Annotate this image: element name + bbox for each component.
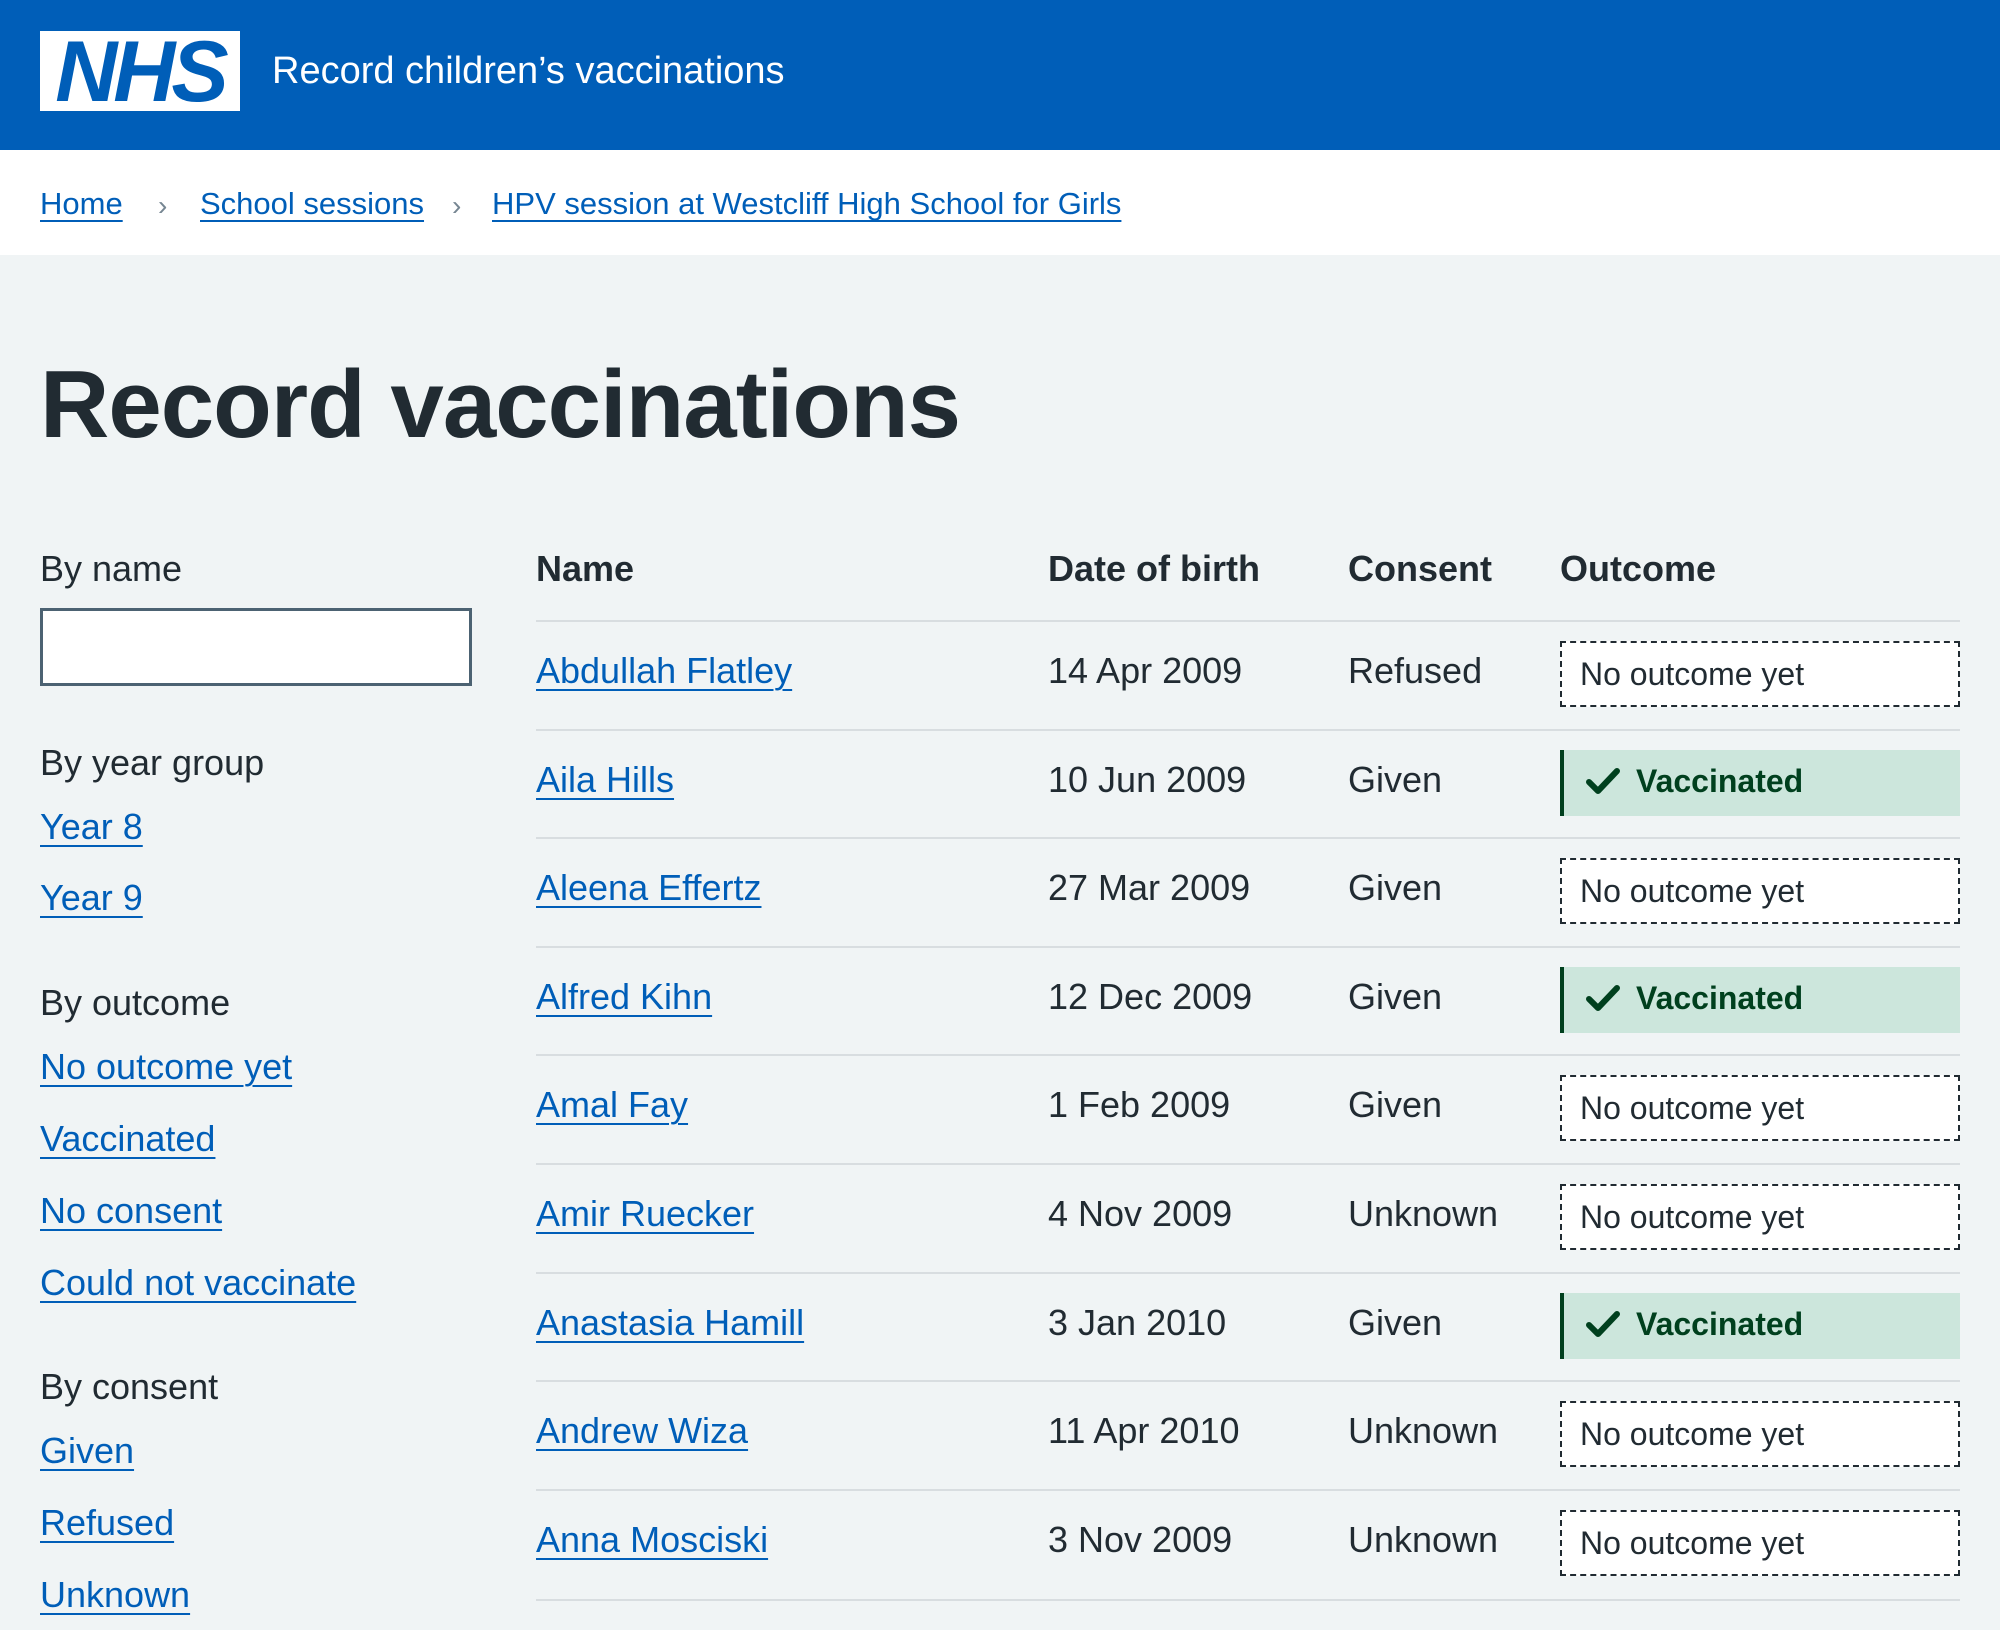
outcome-tag-no-outcome: No outcome yet — [1560, 1401, 1960, 1468]
filter-link-no-outcome-yet[interactable]: No outcome yet — [40, 1044, 292, 1090]
outcome-tag-no-outcome: No outcome yet — [1560, 858, 1960, 925]
table-row: Aleena Effertz 27 Mar 2009 Given No outcome… — [536, 837, 1960, 947]
consent-cell: Unknown — [1348, 1410, 1499, 1452]
outcome-tag-label: No outcome yet — [1580, 1199, 1805, 1235]
date-of-birth-cell: 1 Feb 2009 — [1048, 1084, 1231, 1126]
table-row: Alfred Kihn 12 Dec 2009 Given Vaccinated — [536, 945, 1960, 1056]
breadcrumb: Home › School sessions › HPV session at … — [0, 150, 2000, 255]
date-of-birth-cell: 4 Nov 2009 — [1048, 1193, 1233, 1234]
patient-name-link[interactable]: Amal Fay — [536, 1082, 688, 1128]
filter-link-consent-given[interactable]: Given — [40, 1428, 134, 1474]
outcome-tag-label: No outcome yet — [1580, 1090, 1805, 1127]
service-name[interactable]: Record children’s vaccinations — [272, 46, 785, 96]
date-of-birth-cell: 3 Nov 2009 — [1048, 1518, 1233, 1560]
breadcrumb-home-link[interactable]: Home — [40, 182, 123, 226]
filter-link-year-8[interactable]: Year 8 — [40, 804, 143, 850]
table-row: Aila Hills 10 Jun 2009 Given Vaccinated — [536, 728, 1960, 839]
filter-link-could-not-vaccinate[interactable]: Could not vaccinate — [40, 1260, 356, 1306]
outcome-tag-label: No outcome yet — [1580, 656, 1805, 692]
filter-heading-by-outcome: By outcome — [40, 982, 231, 1023]
consent-cell: Given — [1348, 1301, 1443, 1343]
nhs-logo[interactable]: NHS — [40, 24, 240, 120]
column-header-outcome: Outcome — [1560, 548, 1717, 589]
date-of-birth-cell: 12 Dec 2009 — [1048, 975, 1253, 1017]
patient-name-link[interactable]: Amir Ruecker — [536, 1191, 754, 1237]
filter-link-no-consent[interactable]: No consent — [40, 1188, 222, 1234]
date-of-birth-cell: 3 Jan 2010 — [1048, 1301, 1227, 1343]
chevron-right-icon: › — [158, 190, 168, 221]
outcome-tag-no-outcome: No outcome yet — [1560, 1184, 1960, 1250]
chevron-right-icon: › — [452, 190, 462, 221]
filter-heading-by-name: By name — [40, 548, 183, 589]
date-of-birth-cell: 14 Apr 2009 — [1048, 650, 1243, 691]
column-header-consent: Consent — [1348, 548, 1492, 589]
column-header-date-of-birth: Date of birth — [1048, 548, 1260, 589]
consent-cell: Given — [1348, 758, 1443, 800]
outcome-tag-label: Vaccinated — [1636, 1305, 1804, 1342]
table-row: Amir Ruecker 4 Nov 2009 Unknown No outcome … — [536, 1163, 1960, 1273]
patient-name-link[interactable]: Anastasia Hamill — [536, 1300, 804, 1346]
patient-name-link[interactable]: Andrew Wiza — [536, 1408, 748, 1454]
patient-name-link[interactable]: Alfred Kihn — [536, 974, 712, 1020]
date-of-birth-cell: 11 Apr 2010 — [1048, 1410, 1240, 1452]
consent-cell: Unknown — [1348, 1518, 1499, 1560]
outcome-tag-no-outcome: No outcome yet — [1560, 1075, 1960, 1142]
outcome-tag-vaccinated: Vaccinated — [1560, 966, 1960, 1033]
filter-link-vaccinated[interactable]: Vaccinated — [40, 1116, 215, 1162]
outcome-tag-label: No outcome yet — [1580, 1416, 1805, 1453]
filter-link-consent-refused[interactable]: Refused — [40, 1500, 174, 1546]
breadcrumb-hpv-session-link[interactable]: HPV session at Westcliff High School for… — [492, 182, 1121, 226]
outcome-tag-vaccinated: Vaccinated — [1560, 749, 1960, 816]
date-of-birth-cell: 10 Jun 2009 — [1048, 758, 1247, 800]
patient-name-link[interactable]: Anna Mosciski — [536, 1517, 768, 1563]
outcome-tag-label: Vaccinated — [1636, 979, 1804, 1016]
consent-cell: Given — [1348, 867, 1443, 909]
breadcrumb-school-sessions-link[interactable]: School sessions — [200, 182, 424, 226]
patient-name-link[interactable]: Aila Hills — [536, 757, 674, 803]
filter-heading-by-consent: By consent — [40, 1366, 219, 1407]
consent-cell: Unknown — [1348, 1193, 1499, 1234]
page-title: Record vaccinations — [40, 351, 961, 458]
filter-heading-by-year-group: By year group — [40, 742, 265, 783]
date-of-birth-cell: 27 Mar 2009 — [1048, 867, 1251, 909]
column-header-name: Name — [536, 548, 635, 589]
site-header: NHS Record children’s vaccinations — [0, 0, 2000, 150]
table-row: Anastasia Hamill 3 Jan 2010 Given Vaccinate… — [536, 1271, 1960, 1382]
table-row: Anna Mosciski 3 Nov 2009 Unknown No outcome… — [536, 1488, 1960, 1601]
filter-link-consent-unknown[interactable]: Unknown — [40, 1572, 190, 1618]
filter-link-year-9[interactable]: Year 9 — [40, 875, 143, 921]
table-row: Amal Fay 1 Feb 2009 Given No outcome yet — [536, 1054, 1960, 1164]
outcome-tag-no-outcome: No outcome yet — [1560, 1509, 1960, 1576]
nhs-logo-text: NHS — [55, 24, 229, 120]
consent-cell: Given — [1348, 1084, 1443, 1126]
table-row: Abdullah Flatley 14 Apr 2009 Refused No out… — [536, 620, 1960, 730]
outcome-tag-no-outcome: No outcome yet — [1560, 641, 1960, 707]
outcome-tag-label: No outcome yet — [1580, 1524, 1805, 1561]
patient-name-link[interactable]: Abdullah Flatley — [536, 648, 792, 694]
patient-name-link[interactable]: Aleena Effertz — [536, 865, 761, 911]
name-search-input[interactable] — [40, 608, 472, 686]
consent-cell: Refused — [1348, 650, 1483, 691]
outcome-tag-label: Vaccinated — [1636, 762, 1804, 799]
table-row: Andrew Wiza 11 Apr 2010 Unknown No outcome … — [536, 1380, 1960, 1490]
outcome-tag-label: No outcome yet — [1580, 873, 1805, 910]
outcome-tag-vaccinated: Vaccinated — [1560, 1292, 1960, 1359]
consent-cell: Given — [1348, 975, 1443, 1017]
